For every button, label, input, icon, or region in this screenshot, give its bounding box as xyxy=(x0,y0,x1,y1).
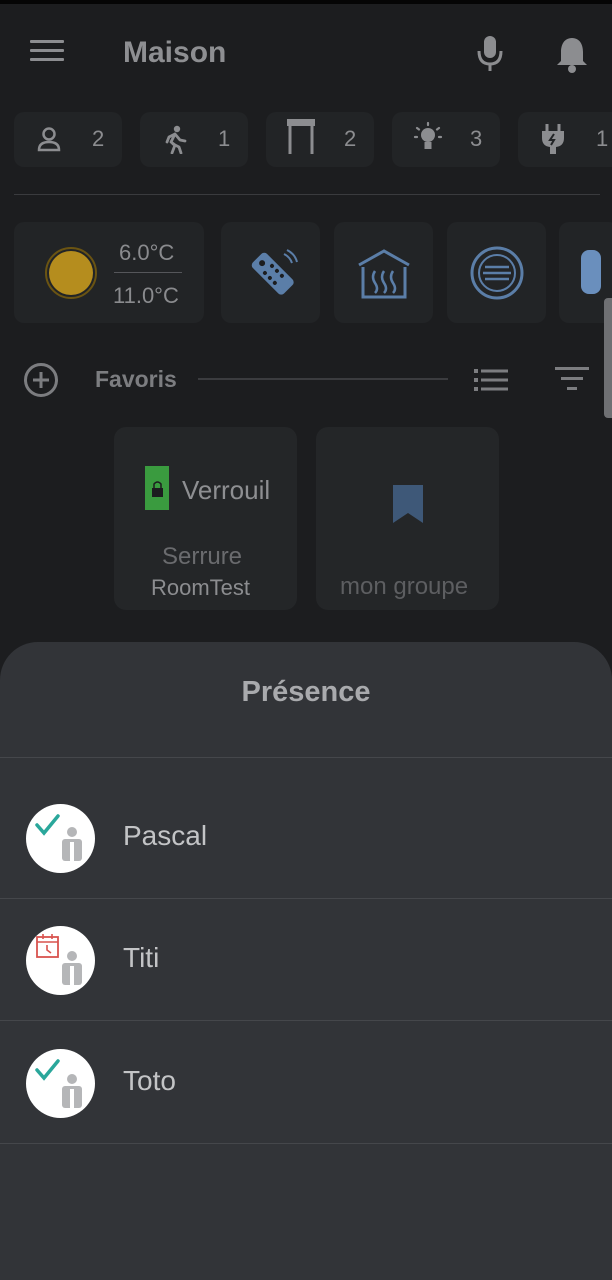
filter-icon[interactable] xyxy=(555,366,589,392)
bookmark-icon xyxy=(391,483,425,530)
chip-plugs[interactable]: 1 xyxy=(518,112,612,167)
bell-icon[interactable] xyxy=(553,34,591,74)
sheet-title: Présence xyxy=(241,676,371,708)
list-divider xyxy=(0,1143,612,1144)
person-name: Toto xyxy=(123,1065,176,1096)
microphone-icon[interactable] xyxy=(474,34,506,74)
chip-count: 1 xyxy=(596,126,609,151)
hamburger-menu-icon[interactable] xyxy=(30,40,64,66)
chip-count: 2 xyxy=(92,126,105,151)
list-view-icon[interactable] xyxy=(474,368,508,392)
person-name: Pascal xyxy=(123,820,208,851)
remote-widget[interactable] xyxy=(221,222,320,323)
list-item-person[interactable]: Pascal xyxy=(0,776,612,898)
chip-count: 1 xyxy=(218,126,231,151)
list-item-person[interactable]: Toto xyxy=(0,1021,612,1143)
avatar xyxy=(26,804,95,873)
chip-count: 2 xyxy=(344,126,357,151)
sun-icon xyxy=(44,246,98,305)
sheet-divider xyxy=(0,757,612,758)
lock-icon xyxy=(145,466,169,515)
light-bulb-icon xyxy=(412,121,443,154)
add-circle-icon[interactable] xyxy=(23,362,59,398)
weather-max-temp: 11.0°C xyxy=(113,283,179,308)
fan-icon xyxy=(469,245,525,306)
device-icon xyxy=(581,250,601,294)
person-icon xyxy=(34,124,64,154)
chip-motion[interactable]: 1 xyxy=(140,112,248,167)
chip-persons[interactable]: 2 xyxy=(14,112,122,167)
favorite-room: RoomTest xyxy=(151,575,251,600)
heating-widget[interactable] xyxy=(334,222,433,323)
chip-shutters[interactable]: 2 xyxy=(266,112,374,167)
favorite-name: Serrure xyxy=(162,543,243,570)
avatar xyxy=(26,926,95,995)
fan-widget[interactable] xyxy=(447,222,546,323)
favorite-name: mon groupe xyxy=(340,573,469,600)
heating-icon xyxy=(355,247,413,304)
app-header: Maison xyxy=(0,4,612,100)
walking-person-icon xyxy=(160,124,190,155)
favorite-state: Verrouil xyxy=(182,475,271,505)
weather-divider xyxy=(114,272,182,273)
section-divider xyxy=(14,194,600,195)
favorites-divider xyxy=(198,378,448,380)
chip-lights[interactable]: 3 xyxy=(392,112,500,167)
page-title: Maison xyxy=(123,36,227,69)
weather-current-temp: 6.0°C xyxy=(119,240,175,265)
shutter-icon xyxy=(286,119,316,154)
scrollbar[interactable] xyxy=(604,298,612,418)
person-name: Titi xyxy=(123,942,160,973)
power-plug-icon xyxy=(538,124,568,154)
avatar xyxy=(26,1049,95,1118)
list-item-person[interactable]: Titi xyxy=(0,898,612,1020)
favorites-label: Favoris xyxy=(95,366,177,392)
remote-control-icon xyxy=(243,244,301,307)
chip-count: 3 xyxy=(470,126,483,151)
